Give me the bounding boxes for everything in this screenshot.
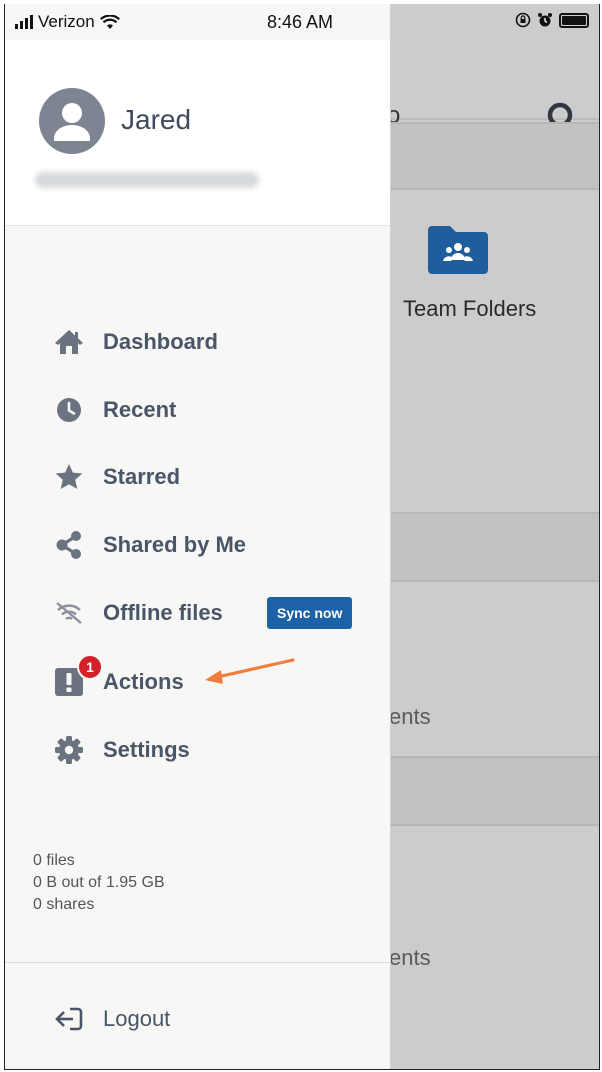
phone-screen: o Team Folders ents ents Verizon 8:46 AM	[4, 4, 600, 1070]
shares-count: 0 shares	[33, 896, 95, 913]
star-icon	[53, 461, 85, 493]
menu-item-label: Dashboard	[103, 329, 218, 354]
menu-item-actions[interactable]: 1 Actions	[5, 654, 390, 708]
carrier-name: Verizon	[38, 12, 95, 31]
user-name: Jared	[121, 104, 192, 135]
menu-item-dashboard[interactable]: Dashboard	[5, 316, 390, 368]
logout-label: Logout	[103, 1006, 171, 1031]
menu-item-label: Shared by Me	[103, 532, 247, 557]
storage-usage: 0 B out of 1.95 GB	[33, 874, 165, 891]
clock-time: 8:46 AM	[267, 12, 334, 32]
menu-item-settings[interactable]: Settings	[5, 724, 390, 776]
menu-item-label: Offline files	[103, 600, 223, 625]
status-icons	[515, 12, 589, 28]
menu-item-recent[interactable]: Recent	[5, 384, 390, 436]
menu-item-label: Starred	[103, 464, 181, 489]
menu-item-label: Recent	[103, 397, 177, 422]
user-icon	[54, 103, 90, 141]
alarm-icon	[538, 13, 552, 27]
share-icon	[53, 529, 85, 561]
navigation-drawer: Verizon 8:46 AM Jared Dashboard Recent S…	[5, 4, 391, 1069]
clock-icon	[53, 394, 85, 426]
annotation-arrow	[205, 658, 295, 684]
logout-icon	[53, 1003, 85, 1035]
background-row-fragment: ents	[389, 704, 431, 729]
profile-header: Jared	[5, 40, 390, 226]
wifi-icon	[99, 14, 120, 29]
menu-item-starred[interactable]: Starred	[5, 451, 390, 503]
status-bar: Verizon 8:46 AM	[5, 4, 390, 40]
files-count: 0 files	[33, 852, 75, 869]
team-folders-label[interactable]: Team Folders	[403, 296, 536, 322]
avatar[interactable]	[39, 88, 105, 154]
signal-icon	[15, 15, 33, 29]
sync-now-button[interactable]: Sync now	[267, 597, 353, 629]
orientation-lock-icon	[515, 12, 531, 28]
logout-button[interactable]: Logout	[5, 994, 390, 1044]
storage-stats: 0 files 0 B out of 1.95 GB 0 shares	[33, 850, 165, 916]
gear-icon	[53, 734, 85, 766]
carrier: Verizon	[15, 12, 120, 32]
menu-item-offline-files[interactable]: Offline files Sync now	[5, 587, 390, 639]
menu-item-label: Settings	[103, 737, 190, 762]
divider	[5, 962, 390, 963]
team-folder-icon[interactable]	[425, 222, 491, 276]
user-email-redacted	[35, 172, 259, 188]
notification-badge: 1	[77, 654, 103, 680]
background-row-fragment: ents	[389, 945, 431, 970]
home-icon	[53, 326, 85, 358]
offline-wifi-icon	[53, 597, 85, 629]
menu-item-label: Actions	[103, 669, 184, 694]
battery-icon	[559, 12, 589, 28]
menu-item-shared-by-me[interactable]: Shared by Me	[5, 519, 390, 571]
